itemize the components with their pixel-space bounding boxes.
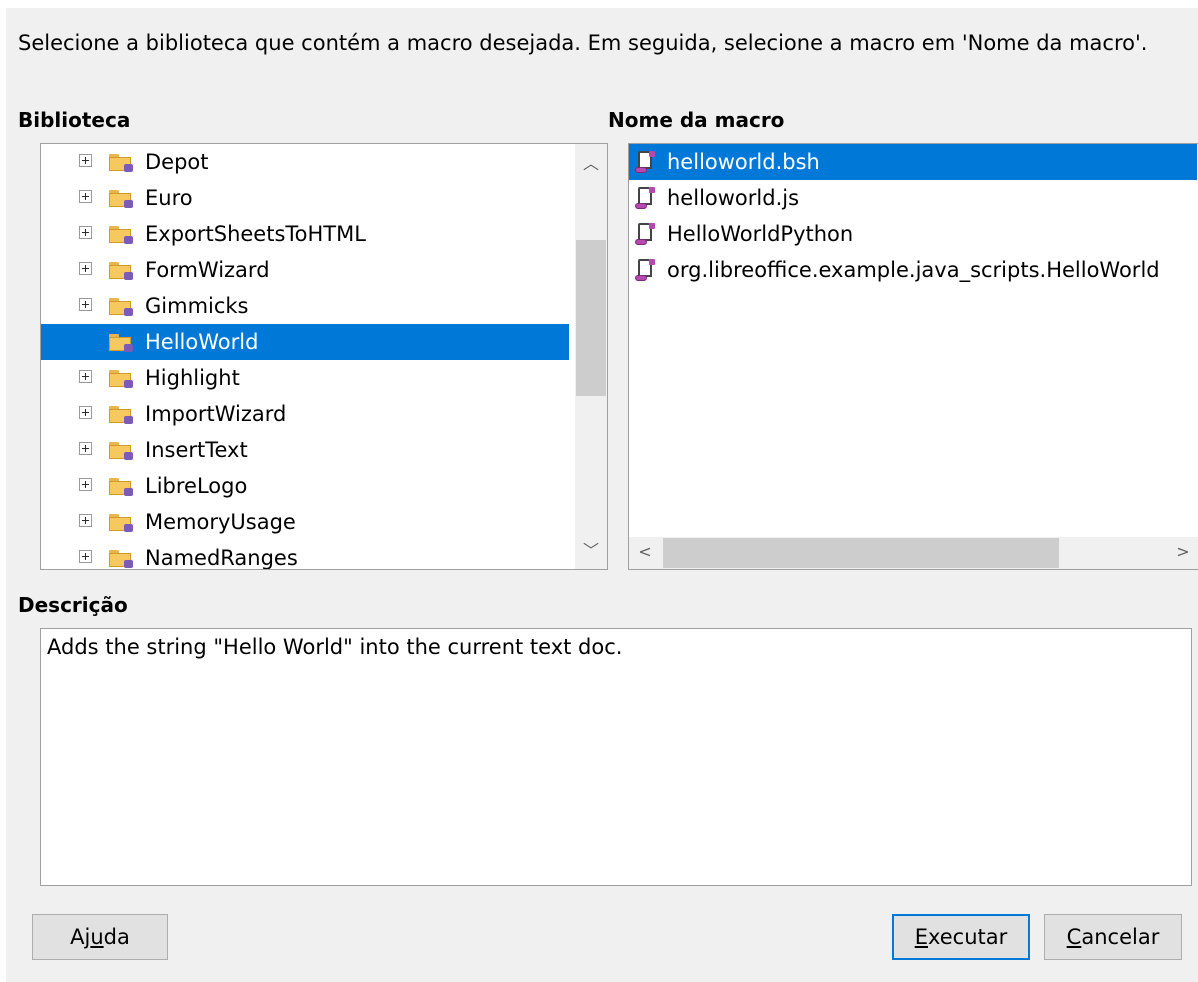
cancel-button[interactable]: Cancelar xyxy=(1044,914,1182,960)
macro-item[interactable]: org.libreoffice.example.java_scripts.Hel… xyxy=(629,252,1197,288)
script-scroll-icon xyxy=(635,187,655,209)
library-item-label: InsertText xyxy=(145,438,248,462)
description-box: Adds the string "Hello World" into the c… xyxy=(40,628,1192,886)
macro-horizontal-scrollbar[interactable]: < > xyxy=(629,537,1198,569)
library-item[interactable]: ExportSheetsToHTML xyxy=(41,216,569,252)
macro-folder-icon xyxy=(109,406,133,424)
plus-box-icon[interactable] xyxy=(79,298,92,311)
script-scroll-icon xyxy=(635,259,655,281)
library-item[interactable]: HelloWorld xyxy=(41,324,569,360)
macro-folder-icon xyxy=(109,154,133,172)
macro-folder-icon xyxy=(109,370,133,388)
macro-folder-icon xyxy=(109,514,133,532)
help-label-b: da xyxy=(103,925,130,949)
plus-box-icon[interactable] xyxy=(79,154,92,167)
macro-folder-icon xyxy=(109,478,133,496)
library-item[interactable]: MemoryUsage xyxy=(41,504,569,540)
macro-name-list[interactable]: helloworld.bsh helloworld.js HelloWorldPyt… xyxy=(628,143,1198,570)
library-item[interactable]: InsertText xyxy=(41,432,569,468)
plus-box-icon[interactable] xyxy=(79,478,92,491)
plus-box-icon[interactable] xyxy=(79,550,92,563)
plus-box-icon[interactable] xyxy=(79,442,92,455)
library-item-label: Depot xyxy=(145,150,209,174)
macro-scroll-thumb[interactable] xyxy=(663,538,1059,568)
library-item[interactable]: Euro xyxy=(41,180,569,216)
macro-item[interactable]: HelloWorldPython xyxy=(629,216,1197,252)
macro-item[interactable]: helloworld.js xyxy=(629,180,1197,216)
script-scroll-icon xyxy=(635,223,655,245)
run-button[interactable]: Executar xyxy=(892,914,1030,960)
description-label: Descrição xyxy=(18,593,128,617)
macro-folder-icon xyxy=(109,190,133,208)
library-vertical-scrollbar[interactable]: ︿ ﹀ xyxy=(575,144,607,569)
macro-folder-icon xyxy=(109,298,133,316)
macro-item-label: helloworld.js xyxy=(667,186,800,210)
library-item-label: ExportSheetsToHTML xyxy=(145,222,366,246)
macro-folder-icon xyxy=(109,226,133,244)
library-item-label: FormWizard xyxy=(145,258,270,282)
library-item-label: Euro xyxy=(145,186,193,210)
help-button[interactable]: Ajuda xyxy=(32,914,168,960)
chevron-down-icon[interactable]: ﹀ xyxy=(575,537,607,561)
script-scroll-icon xyxy=(635,151,655,173)
library-item[interactable]: FormWizard xyxy=(41,252,569,288)
cancel-label-b: ancelar xyxy=(1081,925,1160,949)
macro-item-label: HelloWorldPython xyxy=(667,222,854,246)
macro-folder-icon xyxy=(109,442,133,460)
plus-box-icon[interactable] xyxy=(79,262,92,275)
macro-folder-icon xyxy=(109,334,133,352)
library-item-label: HelloWorld xyxy=(145,330,259,354)
plus-box-icon[interactable] xyxy=(79,514,92,527)
library-item[interactable]: Gimmicks xyxy=(41,288,569,324)
help-label-a: Aj xyxy=(70,925,91,949)
run-label-b: xecutar xyxy=(927,925,1008,949)
library-item-label: NamedRanges xyxy=(145,546,298,570)
macro-item-label: org.libreoffice.example.java_scripts.Hel… xyxy=(667,258,1160,282)
library-item[interactable]: Highlight xyxy=(41,360,569,396)
help-label-accel: u xyxy=(90,925,104,949)
plus-box-icon[interactable] xyxy=(79,406,92,419)
library-scroll-thumb[interactable] xyxy=(576,240,606,396)
library-item[interactable]: ImportWizard xyxy=(41,396,569,432)
library-item-label: Gimmicks xyxy=(145,294,249,318)
library-label: Biblioteca xyxy=(18,108,131,132)
library-item-label: LibreLogo xyxy=(145,474,248,498)
chevron-left-icon[interactable]: < xyxy=(629,542,661,561)
chevron-right-icon[interactable]: > xyxy=(1167,542,1198,561)
library-item[interactable]: LibreLogo xyxy=(41,468,569,504)
library-item[interactable]: NamedRanges xyxy=(41,540,569,570)
library-item-label: MemoryUsage xyxy=(145,510,296,534)
description-text: Adds the string "Hello World" into the c… xyxy=(47,635,623,659)
plus-box-icon[interactable] xyxy=(79,226,92,239)
macro-name-label: Nome da macro xyxy=(608,108,785,132)
chevron-up-icon[interactable]: ︿ xyxy=(575,150,607,174)
plus-box-icon[interactable] xyxy=(79,370,92,383)
macro-item-label: helloworld.bsh xyxy=(667,150,820,174)
macro-folder-icon xyxy=(109,262,133,280)
cancel-label-accel: C xyxy=(1066,925,1082,949)
macro-folder-icon xyxy=(109,550,133,568)
macro-item[interactable]: helloworld.bsh xyxy=(629,144,1197,180)
run-label-accel: E xyxy=(914,925,928,949)
instruction-text: Selecione a biblioteca que contém a macr… xyxy=(18,31,1148,55)
library-tree[interactable]: Depot Euro ExportSheetsToHTML FormWizard Gim… xyxy=(40,143,608,570)
plus-box-icon[interactable] xyxy=(79,190,92,203)
library-item-label: Highlight xyxy=(145,366,240,390)
library-item[interactable]: Depot xyxy=(41,144,569,180)
library-item-label: ImportWizard xyxy=(145,402,287,426)
